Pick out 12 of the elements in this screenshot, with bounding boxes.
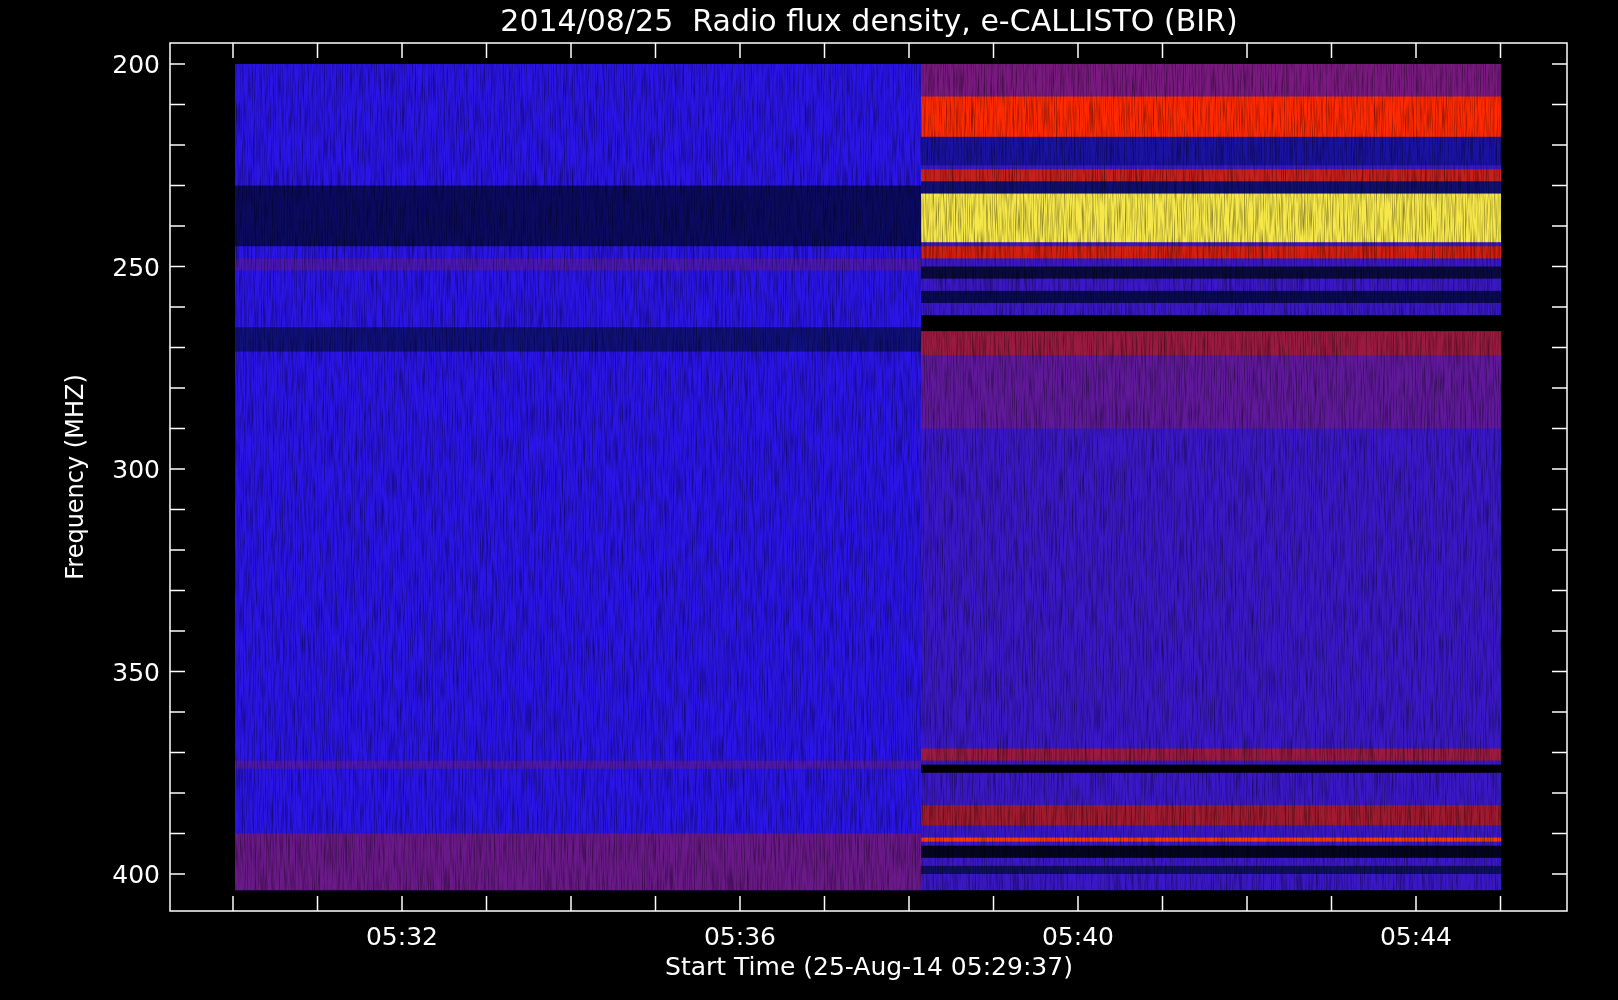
x-tick-label: 05:32 xyxy=(366,922,438,951)
y-tick-label: 250 xyxy=(112,252,160,282)
x-tick-label: 05:44 xyxy=(1380,922,1452,951)
y-tick-label: 400 xyxy=(112,860,160,889)
y-axis-label: Frequency (MHZ) xyxy=(61,374,89,580)
y-tick-label: 200 xyxy=(112,50,160,79)
x-tick-label: 05:36 xyxy=(704,922,776,951)
x-tick-label: 05:40 xyxy=(1042,922,1114,951)
y-tick-label: 300 xyxy=(112,455,160,484)
chart-title: 2014/08/25 Radio flux density, e-CALLISTO (BIR) xyxy=(500,3,1238,38)
y-tick-label: 350 xyxy=(112,657,160,687)
x-axis-label: Start Time (25-Aug-14 05:29:37) xyxy=(665,952,1073,981)
